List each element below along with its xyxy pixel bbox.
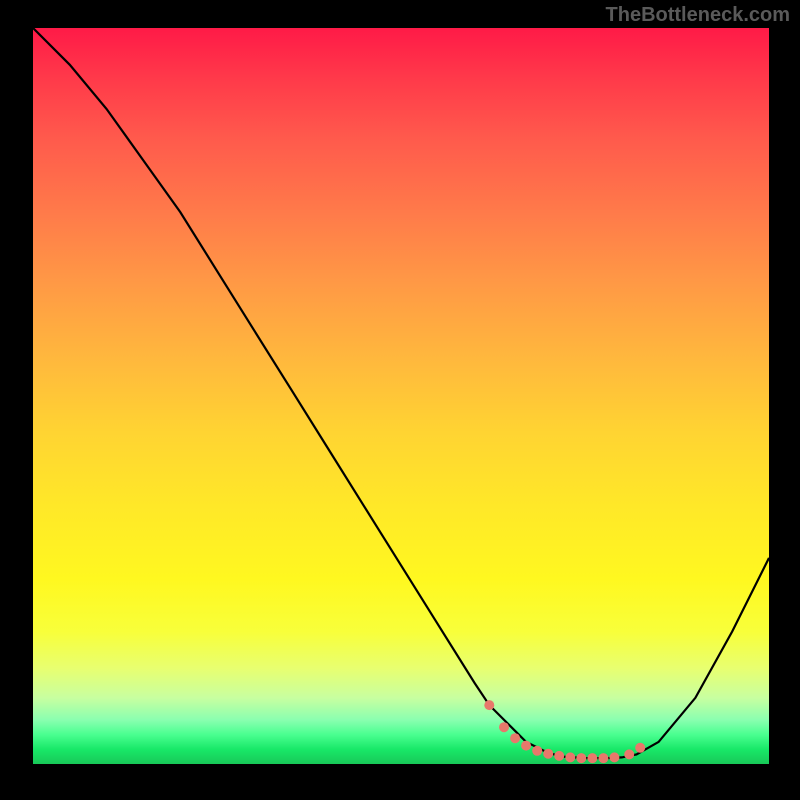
highlight-dot xyxy=(543,749,553,759)
highlight-dot xyxy=(576,753,586,763)
highlight-dot xyxy=(565,752,575,762)
highlight-dot xyxy=(499,722,509,732)
highlight-dot xyxy=(532,746,542,756)
highlight-dot xyxy=(609,752,619,762)
highlight-dot xyxy=(484,700,494,710)
chart-curve xyxy=(33,28,769,758)
highlight-dot xyxy=(510,733,520,743)
watermark-text: TheBottleneck.com xyxy=(606,4,790,27)
chart-plot-area xyxy=(33,28,769,764)
chart-svg xyxy=(33,28,769,764)
highlight-dot xyxy=(624,749,634,759)
highlight-dot xyxy=(587,753,597,763)
highlight-dot xyxy=(635,743,645,753)
highlight-dot xyxy=(521,741,531,751)
highlight-dot xyxy=(554,751,564,761)
chart-highlight-dots xyxy=(484,700,645,763)
highlight-dot xyxy=(598,753,608,763)
